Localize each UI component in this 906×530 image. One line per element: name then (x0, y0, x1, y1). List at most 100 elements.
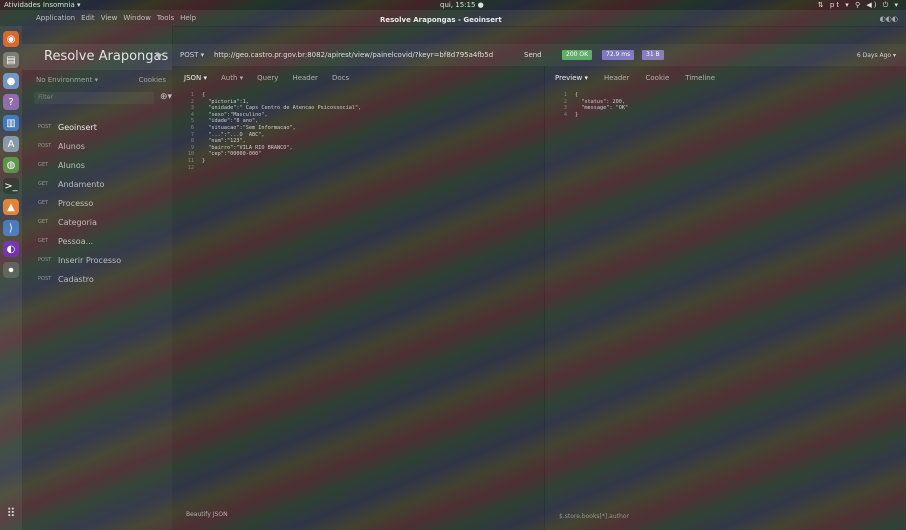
clock[interactable]: qui, 15:15 ● (440, 1, 484, 9)
request-item[interactable]: GET Categoria (38, 215, 168, 229)
menu-item-view[interactable]: View (101, 14, 118, 22)
help-icon[interactable]: ? (3, 94, 19, 110)
code-line: 2 "pictoria":1, (180, 99, 361, 106)
line-number: 12 (187, 164, 194, 171)
request-item[interactable]: POST Alunos (38, 139, 168, 153)
request-method: POST (38, 276, 52, 282)
request-name: Categoria (58, 217, 97, 227)
request-body-editor[interactable]: 1{2 "pictoria":1, 3 "unidade":" Caps Cent… (180, 92, 362, 172)
response-pane: Preview ▾ Header Cookie Timeline 1{2 "statu… (545, 66, 906, 530)
code-text: "pictoria":1, (202, 98, 249, 105)
request-pane: JSON ▾ Auth ▾ Query Header Docs 1{2 "pictori… (172, 66, 545, 530)
ubuntu-software-icon[interactable]: ● (3, 73, 19, 89)
status-badge: 200 OK (562, 50, 593, 60)
tab-response-0[interactable]: Preview ▾ (555, 74, 588, 82)
code-line: 3 "message": "OK" (553, 105, 628, 112)
code-text: } (575, 111, 579, 118)
code-line: 11} (180, 158, 361, 165)
request-item[interactable]: POST Geoinsert (38, 120, 168, 134)
line-number: 2 (563, 98, 567, 105)
code-text: "message": "OK" (575, 105, 629, 112)
menu-item-edit[interactable]: Edit (81, 14, 95, 22)
request-name: Alunos (58, 160, 85, 170)
code-text: "situacao":"Sem Informacao", (202, 124, 296, 131)
line-number: 1 (563, 92, 567, 98)
tab-response-3[interactable]: Timeline (685, 74, 715, 82)
url-input[interactable]: http://geo.castro.pr.gov.br:8082/apirest… (214, 51, 534, 59)
method-dropdown[interactable]: POST ▾ (180, 51, 204, 59)
request-method: GET (38, 162, 49, 168)
code-line: 10 "cep":"00000-000" (180, 151, 361, 158)
request-item[interactable]: GET Alunos (38, 158, 168, 172)
text-editor-icon[interactable]: ▥ (3, 115, 19, 131)
request-item[interactable]: POST Inserir Processo (38, 253, 168, 267)
send-button[interactable]: Send (524, 51, 542, 59)
request-name: Pessoa... (58, 236, 94, 246)
files-icon[interactable]: ▤ (3, 52, 19, 68)
tab-response-1[interactable]: Header (604, 74, 630, 82)
tab-request-2[interactable]: Query (257, 74, 278, 82)
code-text: "bairro":"VILA RIO BRANCO", (202, 144, 293, 151)
code-text: "status": 200, (575, 98, 625, 105)
vlc-icon[interactable]: ▲ (3, 199, 19, 215)
firefox-icon[interactable]: ◉ (3, 31, 19, 47)
code-text: "...":"...O ABC", (202, 131, 265, 138)
add-request-icon[interactable]: ⊕▾ (160, 92, 172, 102)
tab-response-2[interactable]: Cookie (646, 74, 670, 82)
code-line: 1{ (553, 92, 628, 99)
code-line: 2 "status": 200, (553, 99, 628, 106)
code-text: "idade":"8 ano", (202, 118, 259, 125)
show-apps-icon[interactable]: ⠿ (4, 506, 18, 520)
code-line: 9 "bairro":"VILA RIO BRANCO", (180, 145, 361, 152)
tab-request-3[interactable]: Header (292, 74, 318, 82)
chrome-icon[interactable]: ◍ (3, 157, 19, 173)
tab-request-4[interactable]: Docs (332, 74, 349, 82)
workspace-selector[interactable]: Resolve Arapongas ▼ (22, 44, 172, 70)
code-line: 7 "...":"...O ABC", (180, 132, 361, 139)
request-item[interactable]: GET Pessoa... (38, 234, 168, 248)
line-number: 4 (563, 111, 567, 118)
menu-item-window[interactable]: Window (123, 14, 151, 22)
chevron-down-icon: ▼ (155, 52, 162, 61)
tab-request-1[interactable]: Auth ▾ (221, 74, 243, 82)
request-name: Processo (58, 198, 94, 208)
request-name: Alunos (58, 141, 85, 151)
line-number: 5 (190, 118, 194, 125)
request-method: GET (38, 200, 49, 206)
request-method: POST (38, 124, 52, 130)
line-number: 11 (187, 157, 194, 164)
history-dropdown[interactable]: 6 Days Ago ▾ (857, 52, 896, 59)
request-item[interactable]: GET Andamento (38, 177, 168, 191)
code-line: 6 "situacao":"Sem Informacao", (180, 125, 361, 132)
line-number: 4 (190, 111, 194, 118)
beautify-button[interactable]: Beautify JSON (186, 511, 228, 518)
response-filter-input[interactable]: $.store.books[*].author (559, 513, 629, 520)
menu-item-help[interactable]: Help (180, 14, 196, 22)
line-number: 2 (190, 98, 194, 105)
filter-input[interactable]: Filter (34, 92, 154, 104)
window-controls[interactable]: ◐◐◐ (880, 15, 898, 23)
vscode-icon[interactable]: ⟩ (3, 220, 19, 236)
code-line: 3 "unidade":" Caps Centro de Atencao Psi… (180, 105, 361, 112)
menu-item-tools[interactable]: Tools (157, 14, 174, 22)
system-tray[interactable]: ⇅ pt ▾ ⚲ ◀) ⏻ ▾ (818, 1, 900, 10)
menu-item-application[interactable]: Application (36, 14, 75, 22)
request-method: GET (38, 238, 49, 244)
request-item[interactable]: GET Processo (38, 196, 168, 210)
line-number: 1 (190, 92, 194, 98)
insomnia-icon[interactable]: ◐ (3, 241, 19, 257)
line-number: 9 (190, 144, 194, 151)
code-line: 12 (180, 165, 361, 172)
environment-dropdown[interactable]: No Environment ▾ (36, 76, 98, 84)
activities-button[interactable]: Atividades Insomnia ▾ (4, 1, 80, 9)
font-viewer-icon[interactable]: A (3, 136, 19, 152)
settings-icon[interactable]: ⏺ (3, 262, 19, 278)
tab-request-0[interactable]: JSON ▾ (184, 74, 207, 82)
cookies-button[interactable]: Cookies (139, 76, 166, 84)
code-line: 1{ (180, 92, 361, 99)
request-name: Cadastro (58, 274, 94, 284)
system-top-bar: Atividades Insomnia ▾ qui, 15:15 ● ⇅ pt … (0, 0, 906, 10)
request-item[interactable]: POST Cadastro (38, 272, 168, 286)
terminal-icon[interactable]: >_ (3, 178, 19, 194)
line-number: 6 (190, 124, 194, 131)
